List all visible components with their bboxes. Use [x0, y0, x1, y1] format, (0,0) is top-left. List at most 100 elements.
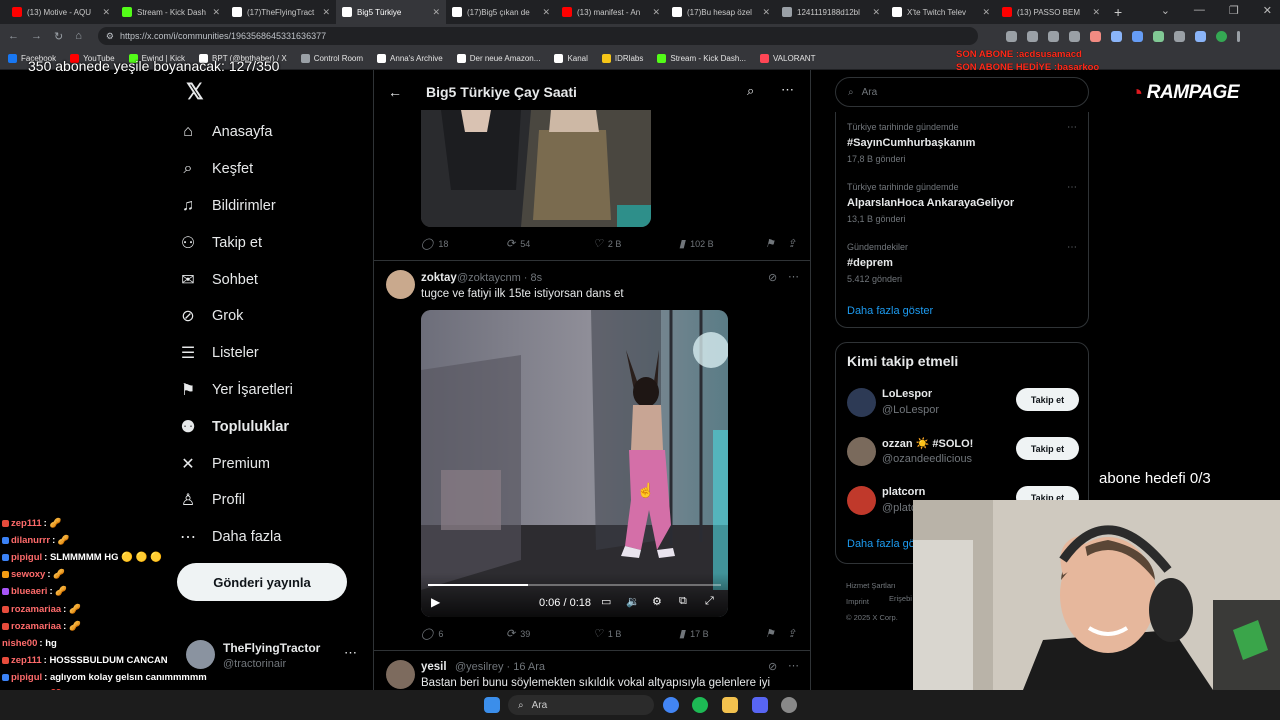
- file-explorer-icon[interactable]: [722, 697, 738, 713]
- views-button[interactable]: ▮ 17 B: [679, 627, 709, 640]
- tab-close-icon[interactable]: ✕: [652, 7, 660, 18]
- grok-icon[interactable]: ⊘: [768, 271, 777, 284]
- tab-close-icon[interactable]: ✕: [212, 7, 220, 18]
- video-progress[interactable]: [428, 584, 721, 586]
- extension-1-icon[interactable]: [1089, 30, 1101, 42]
- account-more-icon[interactable]: ⋯: [344, 645, 357, 661]
- nav-item-search[interactable]: ⌕ Keşfet: [178, 151, 368, 188]
- volume-icon[interactable]: 🔉: [626, 595, 640, 608]
- footer-link[interactable]: Erişebi: [889, 594, 912, 603]
- views-button[interactable]: ▮ 102 B: [679, 237, 714, 250]
- share-icon[interactable]: [1047, 30, 1059, 42]
- back-nav-icon[interactable]: ←: [8, 30, 19, 42]
- browser-tab[interactable]: (17)Bu hesap özel ✕: [666, 0, 776, 24]
- follow-button[interactable]: Takip et: [1016, 388, 1079, 411]
- url-field[interactable]: ⚙ https://x.com/i/communities/1963568645…: [97, 27, 978, 45]
- tab-close-icon[interactable]: ✕: [1092, 7, 1100, 18]
- bookmark-item[interactable]: Kanal: [554, 54, 588, 63]
- obs-icon[interactable]: [781, 697, 797, 713]
- sidebar-icon[interactable]: [1194, 30, 1206, 42]
- tab-close-icon[interactable]: ✕: [102, 7, 110, 18]
- taskbar-search[interactable]: ⌕ Ara: [508, 695, 654, 715]
- start-icon[interactable]: [484, 697, 500, 713]
- bookmark-item[interactable]: Stream - Kick Dash...: [657, 54, 746, 63]
- forward-nav-icon[interactable]: →: [31, 30, 42, 42]
- post-author[interactable]: yesil: [421, 661, 447, 673]
- reply-button[interactable]: ◯ 18: [421, 237, 448, 250]
- nav-item-grok[interactable]: ⊘ Grok: [178, 298, 368, 335]
- nav-item-x-premium[interactable]: ✕ Premium: [178, 445, 368, 482]
- nav-item-communities[interactable]: ⚉ Topluluklar: [178, 408, 368, 445]
- post-video[interactable]: ▶ 0:06 / 0:18 ▭ 🔉 ⚙ ⧉ ⤢: [421, 310, 728, 617]
- restore-icon[interactable]: ❐: [1229, 4, 1239, 17]
- browser-tab[interactable]: (13) PASSO BEM ✕: [996, 0, 1106, 24]
- install-icon[interactable]: [1005, 30, 1017, 42]
- trend-more-icon[interactable]: ⋯: [1067, 122, 1077, 133]
- more-options-icon[interactable]: ⋯: [781, 82, 794, 98]
- nav-item-mail[interactable]: ✉ Sohbet: [178, 261, 368, 298]
- bookmark-button[interactable]: ⚑: [765, 627, 775, 640]
- bookmark-item[interactable]: VALORANT: [759, 54, 815, 63]
- nav-item-home[interactable]: ⌂ Anasayfa: [178, 114, 368, 151]
- nav-item-list[interactable]: ☰ Listeler: [178, 335, 368, 372]
- bookmark-item[interactable]: IDRlabs: [601, 54, 643, 63]
- browser-tab[interactable]: Big5 Türkiye ✕: [336, 0, 446, 24]
- browser-tab[interactable]: (17)TheFlyingTract ✕: [226, 0, 336, 24]
- avatar[interactable]: [386, 270, 415, 299]
- post-handle[interactable]: @zoktaycnm · 8s: [457, 272, 542, 284]
- search-input[interactable]: ⌕ Ara: [835, 77, 1089, 107]
- follow-suggestion[interactable]: LoLespor @LoLespor Takip et: [847, 388, 1079, 420]
- captions-icon[interactable]: ▭: [601, 595, 611, 608]
- grok-icon[interactable]: ⊘: [768, 660, 777, 673]
- nav-item-profile[interactable]: ♙ Profil: [178, 482, 368, 519]
- new-tab-icon[interactable]: +: [1114, 4, 1122, 20]
- extension-4-icon[interactable]: [1152, 30, 1164, 42]
- browser-tab[interactable]: (17)Big5 çıkan de ✕: [446, 0, 556, 24]
- post-author[interactable]: zoktay: [421, 272, 457, 284]
- share-button[interactable]: ⇪: [787, 627, 796, 640]
- like-button[interactable]: ♡ 1 B: [593, 627, 621, 640]
- x-logo-icon[interactable]: 𝕏: [178, 70, 368, 114]
- bookmark-item[interactable]: Control Room: [300, 54, 363, 63]
- settings-icon[interactable]: ⚙: [652, 595, 662, 608]
- menu-dots-icon[interactable]: [1236, 30, 1240, 42]
- trend-item[interactable]: Türkiye tarihinde gündemde AlparslanHoca …: [847, 182, 1077, 224]
- minimize-icon[interactable]: —: [1194, 4, 1205, 17]
- puzzle-icon[interactable]: [1173, 30, 1185, 42]
- tab-close-icon[interactable]: ✕: [762, 7, 770, 18]
- show-more-link[interactable]: Daha fazla göster: [847, 305, 933, 317]
- post-handle[interactable]: @yesilrey · 16 Ara: [455, 661, 545, 673]
- bookmark-star-icon[interactable]: [1068, 30, 1080, 42]
- tab-close-icon[interactable]: ✕: [432, 7, 440, 18]
- tab-close-icon[interactable]: ✕: [322, 7, 330, 18]
- bookmark-item[interactable]: Der neue Amazon...: [456, 54, 540, 63]
- post-image[interactable]: [421, 110, 651, 227]
- browser-tab[interactable]: X'te Twitch Telev ✕: [886, 0, 996, 24]
- discord-icon[interactable]: [752, 697, 768, 713]
- bookmark-button[interactable]: ⚑: [765, 237, 775, 250]
- zoom-icon[interactable]: [1026, 30, 1038, 42]
- tab-search-icon[interactable]: ⌄: [1161, 4, 1170, 17]
- trend-more-icon[interactable]: ⋯: [1067, 182, 1077, 193]
- chrome-icon[interactable]: [663, 697, 679, 713]
- tab-close-icon[interactable]: ✕: [982, 7, 990, 18]
- trend-item[interactable]: Gündemdekiler #deprem 5.412 gönderi ⋯: [847, 242, 1077, 284]
- browser-tab[interactable]: (13) Motive - AQU ✕: [6, 0, 116, 24]
- nav-item-bell[interactable]: ♫ Bildirimler: [178, 188, 368, 225]
- browser-tab[interactable]: (13) manifest - An ✕: [556, 0, 666, 24]
- trend-item[interactable]: Türkiye tarihinde gündemde #SayınCumhurba…: [847, 122, 1077, 164]
- tab-close-icon[interactable]: ✕: [872, 7, 880, 18]
- nav-item-follow[interactable]: ⚇ Takip et: [178, 224, 368, 261]
- extension-2-icon[interactable]: [1110, 30, 1122, 42]
- nav-item-bookmark[interactable]: ⚑ Yer İşaretleri: [178, 372, 368, 409]
- who-show-more-link[interactable]: Daha fazla gö: [847, 538, 915, 550]
- share-button[interactable]: ⇪: [787, 237, 796, 250]
- reply-button[interactable]: ◯ 6: [421, 627, 443, 640]
- reload-icon[interactable]: ↻: [54, 30, 63, 43]
- search-icon[interactable]: ⌕: [747, 83, 754, 99]
- home-nav-icon[interactable]: ⌂: [75, 30, 82, 42]
- extension-3-icon[interactable]: [1131, 30, 1143, 42]
- browser-tab[interactable]: Stream - Kick Dash ✕: [116, 0, 226, 24]
- pip-icon[interactable]: ⧉: [679, 595, 687, 608]
- site-info-icon[interactable]: ⚙: [106, 31, 114, 42]
